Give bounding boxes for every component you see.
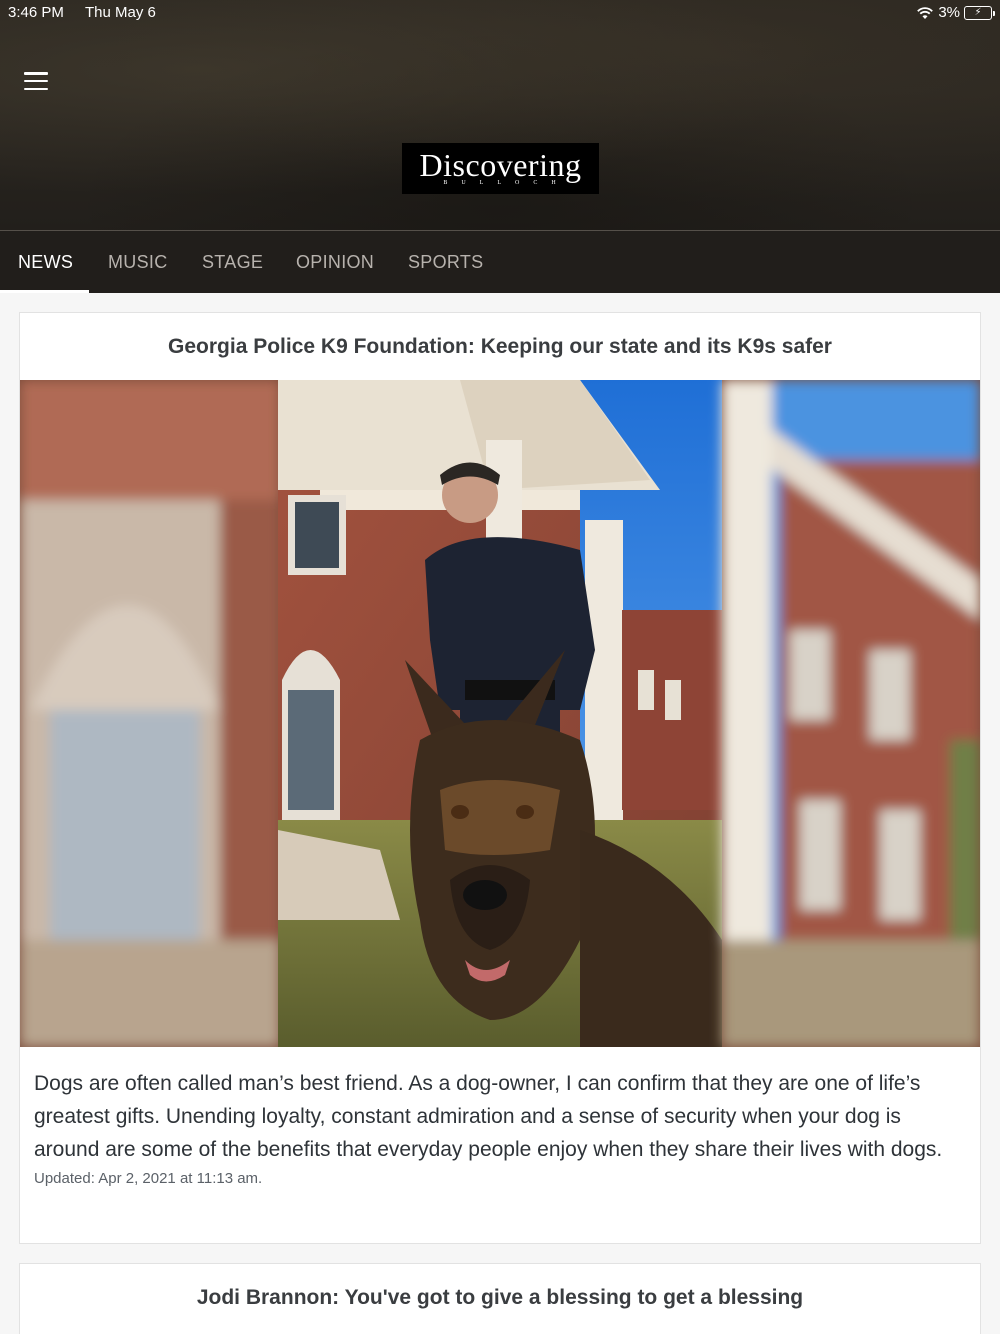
article-title[interactable]: Georgia Police K9 Foundation: Keeping ou… (20, 313, 980, 380)
tab-sports[interactable]: SPORTS (408, 231, 484, 293)
tab-music[interactable]: MUSIC (108, 231, 168, 293)
article-title[interactable]: Jodi Brannon: You've got to give a bless… (20, 1264, 980, 1331)
logo[interactable]: Discovering BULLOCH (402, 143, 599, 194)
status-bar: 3:46 PM Thu May 6 3% ⚡ (0, 0, 1000, 26)
status-time: 3:46 PM (8, 4, 64, 21)
article-summary: Dogs are often called man’s best friend.… (34, 1072, 943, 1161)
logo-text: Discovering (419, 147, 582, 183)
article-updated: Updated: Apr 2, 2021 at 11:13 am. (34, 1170, 263, 1187)
tab-stage[interactable]: STAGE (202, 231, 263, 293)
article-card[interactable]: Georgia Police K9 Foundation: Keeping ou… (19, 312, 981, 1244)
status-indicators: 3% ⚡ (916, 4, 995, 21)
app-header: 3:46 PM Thu May 6 3% ⚡ Discovering BULLO… (0, 0, 1000, 230)
battery-charging-icon: ⚡ (964, 5, 995, 20)
section-nav: NEWS MUSIC STAGE OPINION SPORTS (0, 230, 1000, 293)
tab-news[interactable]: NEWS (18, 231, 73, 293)
battery-percent: 3% (938, 4, 960, 21)
tab-opinion[interactable]: OPINION (296, 231, 374, 293)
k9-officer-photo (20, 380, 980, 1047)
hamburger-menu-icon[interactable] (22, 70, 50, 92)
article-feed: Georgia Police K9 Foundation: Keeping ou… (0, 293, 1000, 1334)
wifi-icon (917, 6, 934, 19)
article-card[interactable]: Jodi Brannon: You've got to give a bless… (19, 1263, 981, 1334)
article-image[interactable] (20, 380, 980, 1047)
status-date: Thu May 6 (85, 4, 156, 21)
